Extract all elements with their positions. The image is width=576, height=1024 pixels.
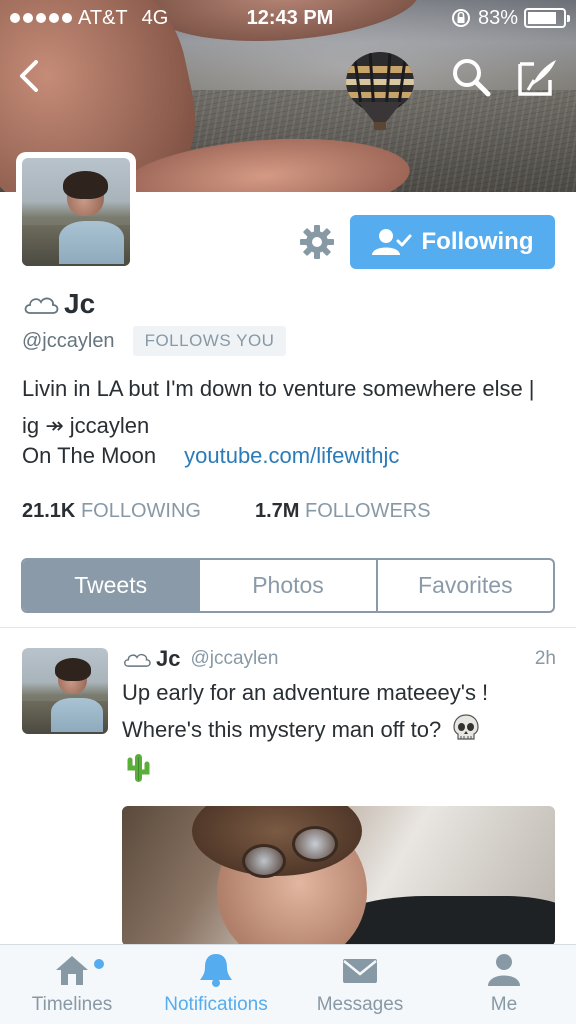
tweet-avatar[interactable]	[22, 648, 108, 734]
tab-photos[interactable]: Photos	[198, 560, 375, 611]
following-button[interactable]: Following	[350, 215, 555, 269]
profile-name: Jc	[64, 288, 96, 319]
tweet-header: Jc @jccaylen 2h	[122, 646, 556, 672]
profile-stats: 21.1K FOLLOWING 1.7M FOLLOWERS	[22, 500, 431, 523]
network-label: 4G	[141, 6, 169, 29]
profile-bio: Livin in LA but I'm down to venture some…	[22, 376, 535, 438]
follows-you-badge: FOLLOWS YOU	[132, 326, 287, 356]
profile-handle: @jccaylen	[22, 329, 115, 352]
bottom-tab-bar: Timelines Notifications Messages Me	[0, 944, 576, 1024]
cloud-emoji-icon	[124, 653, 151, 667]
signal-strength-icon	[10, 13, 72, 23]
section-divider	[0, 627, 576, 628]
tab-timelines[interactable]: Timelines	[0, 945, 144, 1024]
following-label: FOLLOWING	[80, 500, 201, 522]
following-button-label: Following	[421, 228, 534, 255]
tab-me-label: Me	[490, 994, 518, 1015]
profile-tabs: Tweets Photos Favorites	[21, 558, 555, 613]
status-time: 12:43 PM	[246, 6, 334, 29]
status-bar: AT&T 4G 12:43 PM 83%	[0, 0, 576, 36]
bell-icon	[200, 954, 232, 987]
skull-emoji-icon	[453, 714, 479, 740]
battery-percent: 83%	[477, 6, 518, 29]
rotation-lock-icon	[451, 9, 470, 27]
user-check-icon	[371, 229, 411, 255]
tab-me[interactable]: Me	[432, 945, 576, 1024]
tweet-avatar-photo	[22, 648, 108, 734]
tab-tweets[interactable]: Tweets	[23, 560, 199, 611]
profile-avatar[interactable]	[16, 152, 136, 272]
new-content-dot	[94, 959, 104, 969]
battery-fill	[528, 12, 557, 24]
avatar-photo	[22, 158, 130, 266]
search-icon[interactable]	[450, 56, 492, 98]
profile-name-row: Jc	[22, 288, 95, 320]
profile-handle-row: @jccaylen FOLLOWS YOU	[22, 326, 287, 356]
status-left: AT&T 4G	[10, 7, 240, 30]
cactus-emoji-icon	[127, 754, 150, 782]
compose-tweet-icon[interactable]	[516, 56, 558, 98]
battery-icon	[524, 8, 570, 28]
status-right: 83%	[450, 6, 570, 30]
profile-meta-row: On The Moon youtube.com/lifewithjc	[22, 443, 399, 469]
followers-stat[interactable]: 1.7M FOLLOWERS	[255, 500, 431, 523]
tab-timelines-label: Timelines	[31, 994, 113, 1015]
followers-label: FOLLOWERS	[304, 500, 431, 522]
profile-location: On The Moon	[22, 443, 157, 468]
settings-gear-icon[interactable]	[299, 224, 335, 260]
hot-air-balloon-image	[346, 52, 414, 130]
tweet-timestamp: 2h	[534, 648, 556, 669]
envelope-icon	[343, 959, 377, 983]
tweet-text: Up early for an adventure mateeey's ! Wh…	[122, 680, 489, 742]
person-icon	[488, 954, 520, 986]
carrier-label: AT&T	[78, 6, 128, 29]
tab-notifications[interactable]: Notifications	[144, 945, 288, 1024]
tab-notifications-label: Notifications	[164, 994, 268, 1015]
following-count: 21.1K	[22, 500, 76, 522]
tweet-author-handle[interactable]: @jccaylen	[190, 648, 278, 670]
tab-favorites[interactable]: Favorites	[375, 560, 553, 611]
cloud-emoji-icon	[24, 297, 59, 314]
followers-count: 1.7M	[254, 500, 300, 522]
back-chevron-icon[interactable]	[12, 56, 48, 96]
tweet-text-block: Up early for an adventure mateeey's ! Wh…	[122, 674, 552, 748]
tweet-media-image[interactable]	[122, 806, 555, 946]
following-stat[interactable]: 21.1K FOLLOWING	[22, 500, 201, 523]
tab-messages[interactable]: Messages	[288, 945, 432, 1024]
profile-website-link[interactable]: youtube.com/lifewithjc	[184, 443, 399, 469]
tab-messages-label: Messages	[316, 994, 404, 1015]
home-icon	[56, 956, 88, 985]
tweet-author-name[interactable]: Jc	[156, 646, 180, 672]
